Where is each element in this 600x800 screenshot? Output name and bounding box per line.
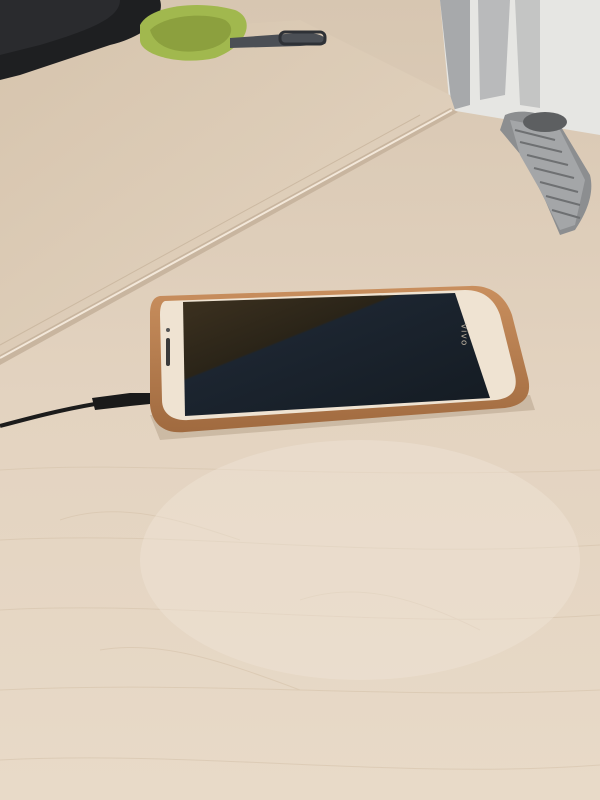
phone-front-camera <box>166 328 170 332</box>
scene-illustration <box>0 0 600 800</box>
photo-scene: vivo <box>0 0 600 800</box>
metal-rail-2 <box>478 0 510 100</box>
phone-earpiece <box>166 338 170 366</box>
phone-screen <box>183 293 490 416</box>
light-reflection <box>140 440 580 680</box>
phone-brand-logo: vivo <box>458 323 469 347</box>
